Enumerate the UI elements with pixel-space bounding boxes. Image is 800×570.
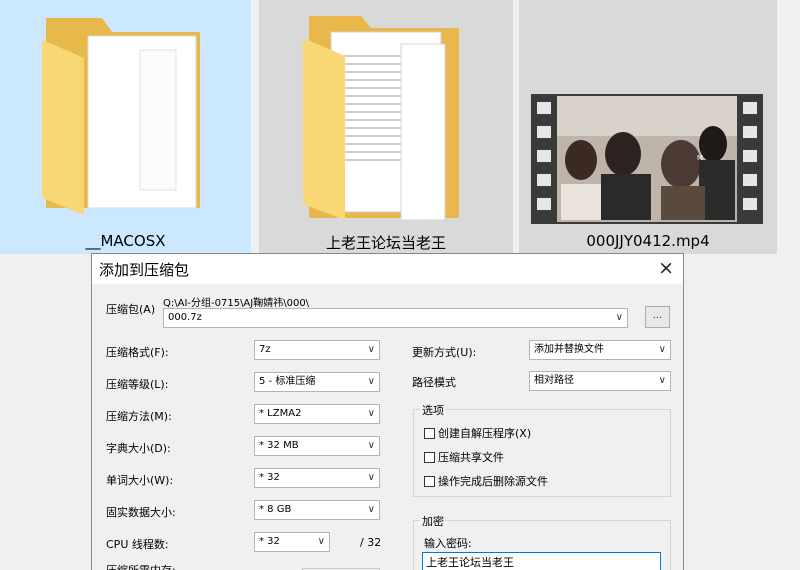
chevron-down-icon: ∨ [317, 536, 325, 547]
file-name: 上老王论坛当老王 [325, 234, 446, 252]
format-value: 7z [259, 344, 271, 355]
folder-with-documents-icon [303, 16, 459, 221]
format-select[interactable]: 7z ∨ [254, 340, 380, 360]
method-value: * LZMA2 [259, 408, 302, 419]
solid-block-select[interactable]: * 8 GB ∨ [254, 500, 380, 520]
file-tile-video[interactable]: M 000JJY0412.mp4 [519, 0, 777, 254]
word-size-select[interactable]: * 32 ∨ [254, 468, 380, 488]
archive-name-combobox[interactable]: 000.7z ∨ [163, 308, 628, 328]
shared-files-checkbox-label: 压缩共享文件 [438, 451, 504, 464]
threads-select[interactable]: * 32 ∨ [254, 532, 330, 552]
solid-block-value: * 8 GB [259, 504, 292, 515]
close-icon[interactable]: × [658, 257, 674, 279]
chevron-down-icon: ∨ [367, 504, 375, 515]
chevron-down-icon: ∨ [367, 344, 375, 355]
word-size-label: 单词大小(W): [106, 474, 174, 487]
archive-path: Q:\AI-分组-0715\AJ鞠婧祎\000\ [163, 298, 310, 309]
update-mode-value: 添加并替换文件 [534, 344, 604, 355]
level-value: 5 - 标准压缩 [259, 376, 316, 387]
level-select[interactable]: 5 - 标准压缩 ∨ [254, 372, 380, 392]
format-label: 压缩格式(F): [106, 346, 169, 359]
solid-block-label: 固实数据大小: [106, 506, 176, 519]
checkbox-box [424, 451, 435, 463]
file-name: 000JJY0412.mp4 [586, 232, 710, 250]
path-mode-value: 相对路径 [534, 375, 574, 386]
checkbox-box [424, 475, 435, 487]
memory-label: 压缩所需内存: [106, 562, 176, 570]
method-label: 压缩方法(M): [106, 410, 172, 423]
browse-button[interactable]: ... [645, 306, 670, 328]
dictionary-select[interactable]: * 32 MB ∨ [254, 436, 380, 456]
password-label: 输入密码: [424, 537, 472, 550]
level-label: 压缩等级(L): [106, 378, 169, 391]
threads-value: * 32 [259, 536, 280, 547]
file-name: __MACOSX [85, 232, 166, 250]
chevron-down-icon: ∨ [658, 375, 666, 386]
checkbox-box [424, 427, 435, 439]
video-thumbnail-icon: M [531, 94, 763, 224]
svg-text:M: M [697, 154, 703, 162]
chevron-down-icon: ∨ [615, 312, 623, 323]
threads-label: CPU 线程数: [106, 538, 169, 551]
path-mode-select[interactable]: 相对路径 ∨ [529, 371, 671, 391]
dialog-titlebar: 添加到压缩包 × [92, 254, 683, 284]
path-mode-label: 路径模式 [412, 376, 456, 389]
folder-icon [42, 18, 200, 215]
dictionary-value: * 32 MB [259, 440, 299, 451]
add-to-archive-dialog: 添加到压缩包 × 压缩包(A) Q:\AI-分组-0715\AJ鞠婧祎\000\… [91, 253, 684, 570]
file-tile-folder[interactable]: 上老王论坛当老王 [259, 0, 513, 254]
delete-after-checkbox[interactable]: 操作完成后删除源文件 [424, 473, 548, 489]
sfx-checkbox[interactable]: 创建自解压程序(X) [424, 425, 531, 441]
chevron-down-icon: ∨ [367, 440, 375, 451]
chevron-down-icon: ∨ [658, 344, 666, 355]
delete-after-checkbox-label: 操作完成后删除源文件 [438, 475, 548, 488]
archive-name-value: 000.7z [168, 312, 202, 323]
threads-total: / 32 [360, 536, 382, 549]
dictionary-label: 字典大小(D): [106, 442, 171, 455]
password-input[interactable]: 上老王论坛当老王 [422, 552, 661, 570]
shared-files-checkbox[interactable]: 压缩共享文件 [424, 449, 504, 465]
method-select[interactable]: * LZMA2 ∨ [254, 404, 380, 424]
chevron-down-icon: ∨ [367, 408, 375, 419]
word-size-value: * 32 [259, 472, 280, 483]
update-mode-select[interactable]: 添加并替换文件 ∨ [529, 340, 671, 360]
chevron-down-icon: ∨ [367, 376, 375, 387]
chevron-down-icon: ∨ [367, 472, 375, 483]
options-title: 选项 [420, 402, 446, 418]
dialog-title: 添加到压缩包 [99, 261, 190, 279]
update-mode-label: 更新方式(U): [412, 346, 477, 359]
sfx-checkbox-label: 创建自解压程序(X) [438, 427, 532, 440]
file-tile-macosx[interactable]: __MACOSX [0, 0, 251, 254]
encryption-title: 加密 [420, 513, 446, 529]
archive-label: 压缩包(A) [106, 303, 156, 316]
